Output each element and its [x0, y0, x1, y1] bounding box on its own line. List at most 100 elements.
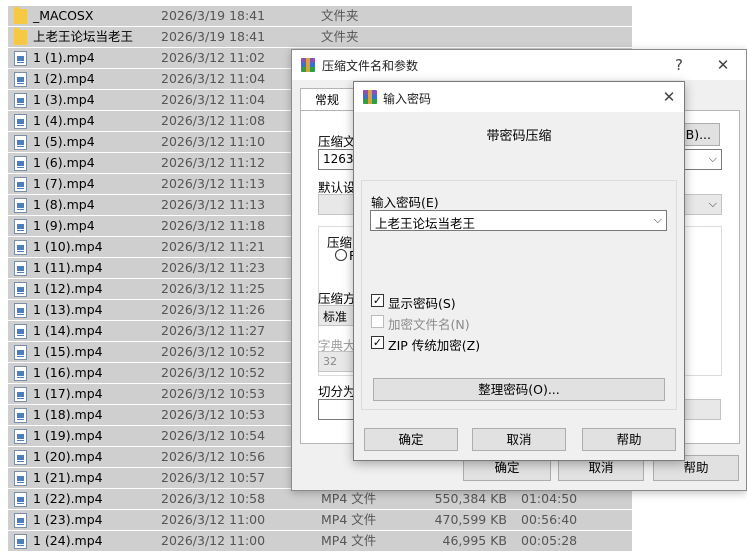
file-row[interactable]: 上老王论坛当老王 2026/3/19 18:41 文件夹	[0, 27, 632, 48]
file-name: 1 (10).mp4	[33, 239, 103, 254]
file-name: 1 (22).mp4	[33, 491, 103, 506]
file-row[interactable]: _MACOSX 2026/3/19 18:41 文件夹	[0, 6, 632, 27]
zip-legacy-encryption-checkbox[interactable]: ✓	[371, 336, 384, 349]
tab-general[interactable]: 常规	[300, 88, 354, 111]
file-name: 1 (3).mp4	[33, 92, 95, 107]
file-date: 2026/3/12 11:18	[161, 218, 266, 233]
password-dialog: 输入密码 ✕ 带密码压缩 输入密码(E) 上老王论坛当老王 ⌵ ✓ 显示密码(S…	[353, 81, 685, 461]
file-type: MP4 文件	[321, 491, 377, 506]
password-ok-button[interactable]: 确定	[364, 428, 458, 451]
file-name: 上老王论坛当老王	[33, 29, 134, 44]
file-name: 1 (1).mp4	[33, 50, 95, 65]
file-name: 1 (16).mp4	[33, 365, 103, 380]
file-date: 2026/3/12 11:26	[161, 302, 266, 317]
file-date: 2026/3/12 11:25	[161, 281, 266, 296]
file-date: 2026/3/12 10:53	[161, 386, 266, 401]
organize-passwords-button[interactable]: 整理密码(O)...	[373, 378, 665, 401]
mp4-icon	[14, 198, 27, 213]
mp4-icon	[14, 492, 27, 507]
file-type: MP4 文件	[321, 533, 377, 548]
mp4-icon	[14, 408, 27, 423]
file-date: 2026/3/12 10:52	[161, 344, 266, 359]
mp4-icon	[14, 72, 27, 87]
mp4-icon	[14, 240, 27, 255]
file-name: 1 (13).mp4	[33, 302, 103, 317]
file-name: 1 (8).mp4	[33, 197, 95, 212]
encrypt-filenames-label: 加密文件名(N)	[388, 317, 470, 332]
mp4-icon	[14, 387, 27, 402]
password-dialog-title: 输入密码	[383, 92, 432, 106]
file-date: 2026/3/12 11:12	[161, 155, 266, 170]
mp4-icon	[14, 534, 27, 549]
close-icon[interactable]: ✕	[712, 54, 734, 76]
file-name: 1 (4).mp4	[33, 113, 95, 128]
file-type: MP4 文件	[321, 512, 377, 527]
password-dialog-heading: 带密码压缩	[486, 129, 552, 144]
mp4-icon	[14, 219, 27, 234]
file-name: 1 (2).mp4	[33, 71, 95, 86]
file-date: 2026/3/12 11:04	[161, 71, 266, 86]
help-icon[interactable]: ?	[668, 54, 690, 76]
file-name: 1 (14).mp4	[33, 323, 103, 338]
show-password-checkbox[interactable]: ✓	[371, 294, 384, 307]
file-date: 2026/3/12 11:00	[161, 533, 266, 548]
file-date: 2026/3/19 18:41	[161, 8, 266, 23]
password-dialog-titlebar: 输入密码 ✕	[354, 82, 684, 112]
file-date: 2026/3/12 11:23	[161, 260, 266, 275]
encrypt-filenames-checkbox	[371, 315, 384, 328]
file-date: 2026/3/12 10:54	[161, 428, 266, 443]
file-name: 1 (17).mp4	[33, 386, 103, 401]
file-size: 46,995 KB	[442, 533, 507, 548]
file-size: 470,599 KB	[434, 512, 507, 527]
password-cancel-button[interactable]: 取消	[472, 428, 566, 451]
file-type: 文件夹	[321, 8, 359, 23]
chevron-down-icon: ⌵	[708, 152, 717, 165]
mp4-icon	[14, 177, 27, 192]
file-size: 550,384 KB	[434, 491, 507, 506]
file-name: 1 (7).mp4	[33, 176, 95, 191]
mp4-icon	[14, 156, 27, 171]
file-type: 文件夹	[321, 29, 359, 44]
winrar-icon	[363, 90, 377, 104]
file-date: 2026/3/12 11:00	[161, 512, 266, 527]
close-icon[interactable]: ✕	[658, 86, 680, 108]
file-duration: 00:05:28	[521, 533, 578, 548]
mp4-icon	[14, 135, 27, 150]
file-date: 2026/3/12 10:53	[161, 407, 266, 422]
mp4-icon	[14, 345, 27, 360]
file-name: 1 (15).mp4	[33, 344, 103, 359]
file-date: 2026/3/12 10:52	[161, 365, 266, 380]
mp4-icon	[14, 261, 27, 276]
file-name: 1 (21).mp4	[33, 470, 103, 485]
chevron-down-icon[interactable]: ⌵	[654, 213, 662, 227]
mp4-icon	[14, 366, 27, 381]
file-row[interactable]: 1 (22).mp4 2026/3/12 10:58 MP4 文件 550,384 K…	[0, 489, 632, 510]
mp4-icon	[14, 513, 27, 528]
file-date: 2026/3/12 10:56	[161, 449, 266, 464]
file-duration: 00:56:40	[521, 512, 578, 527]
password-input[interactable]: 上老王论坛当老王 ⌵	[370, 210, 667, 231]
file-row[interactable]: 1 (23).mp4 2026/3/12 11:00 MP4 文件 470,599 K…	[0, 510, 632, 531]
password-help-button[interactable]: 帮助	[582, 428, 676, 451]
file-name: 1 (23).mp4	[33, 512, 103, 527]
file-date: 2026/3/12 11:21	[161, 239, 266, 254]
mp4-icon	[14, 324, 27, 339]
file-date: 2026/3/19 18:41	[161, 29, 266, 44]
row-selection-highlight	[8, 6, 632, 26]
file-date: 2026/3/12 11:13	[161, 197, 266, 212]
file-name: 1 (18).mp4	[33, 407, 103, 422]
file-row[interactable]: 1 (24).mp4 2026/3/12 11:00 MP4 文件 46,995 KB…	[0, 531, 632, 552]
mp4-icon	[14, 93, 27, 108]
file-name: 1 (11).mp4	[33, 260, 103, 275]
mp4-icon	[14, 114, 27, 129]
file-duration: 01:04:50	[521, 491, 578, 506]
file-date: 2026/3/12 11:08	[161, 113, 266, 128]
file-date: 2026/3/12 11:04	[161, 92, 266, 107]
rar-radio[interactable]	[335, 249, 347, 261]
split-label: 切分为	[318, 384, 356, 399]
show-password-label: 显示密码(S)	[388, 296, 456, 311]
mp4-icon	[14, 303, 27, 318]
file-name: _MACOSX	[33, 8, 94, 23]
folder-icon	[14, 28, 27, 45]
browse-button-label: (B)...	[680, 127, 711, 142]
